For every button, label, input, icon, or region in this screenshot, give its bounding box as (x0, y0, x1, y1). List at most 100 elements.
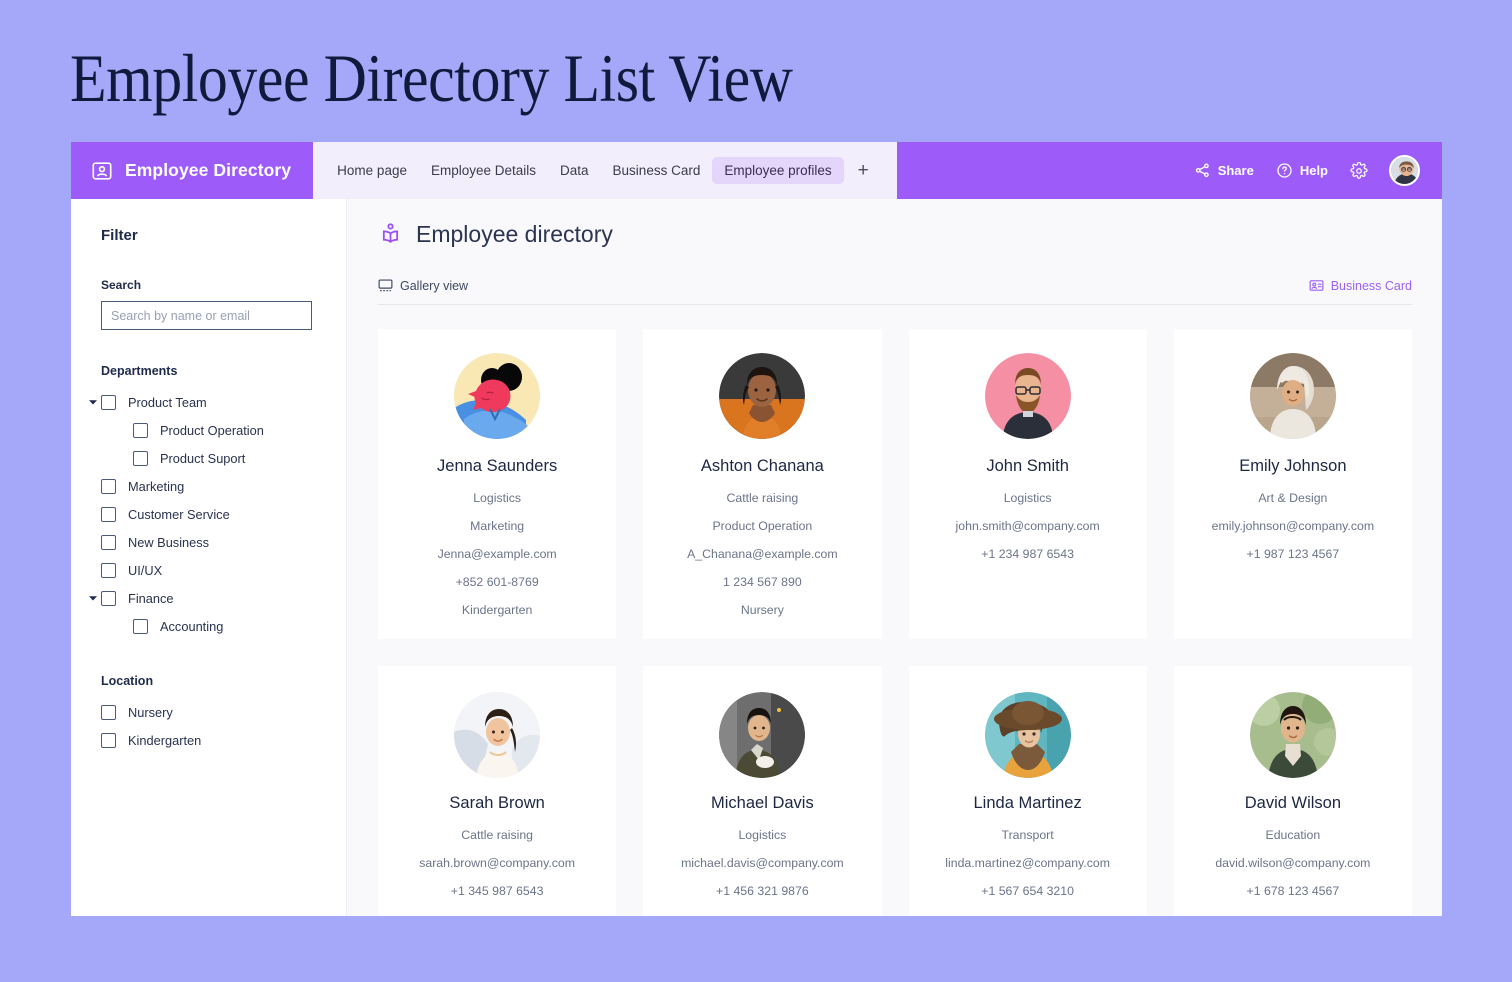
app-window: Employee Directory Home page Employee De… (71, 142, 1442, 916)
employee-name: Emily Johnson (1239, 457, 1347, 475)
employee-name: Jenna Saunders (437, 457, 558, 475)
employee-card[interactable]: John Smith Logistics john.smith@company.… (908, 329, 1147, 639)
share-button[interactable]: Share (1194, 162, 1254, 179)
checkbox[interactable] (101, 478, 116, 494)
checkbox[interactable] (101, 394, 116, 410)
chevron-down-icon[interactable] (87, 592, 99, 604)
employee-name: Ashton Chanana (700, 457, 824, 475)
filter-product-operation[interactable]: Product Operation (101, 416, 346, 444)
chevron-down-icon[interactable] (87, 396, 99, 408)
checkbox[interactable] (133, 450, 148, 466)
gallery-view-label: Gallery view (400, 278, 469, 293)
filter-label: Marketing (128, 478, 185, 494)
top-bar: Employee Directory Home page Employee De… (71, 142, 1442, 199)
employee-phone: +1 567 654 3210 (981, 884, 1074, 898)
gallery-view-button[interactable]: Gallery view (378, 278, 468, 293)
gallery-view-icon (378, 278, 393, 293)
tab-employee-profiles[interactable]: Employee profiles (712, 157, 844, 184)
avatar (719, 353, 806, 439)
filter-heading: Filter (101, 227, 138, 244)
filter-label: Product Operation (160, 422, 264, 438)
business-card-button[interactable]: Business Card (1309, 278, 1412, 293)
filter-nursery[interactable]: Nursery (101, 698, 346, 726)
employee-detail: Cattle raising (461, 828, 533, 842)
open-book-people-icon (378, 222, 403, 247)
checkbox[interactable] (101, 732, 116, 748)
gear-icon (1350, 162, 1368, 179)
directory-header: Employee directory (378, 221, 1412, 248)
employee-card[interactable]: Jenna Saunders Logistics Marketing Jenna… (378, 329, 617, 639)
employee-location: Nursery (740, 603, 784, 617)
employee-card[interactable]: Emily Johnson Art & Design emily.johnson… (1173, 329, 1412, 639)
avatar (1249, 353, 1336, 439)
employee-detail: Transport (1001, 828, 1054, 842)
employee-phone: +1 456 321 9876 (716, 884, 809, 898)
search-input[interactable] (101, 301, 312, 330)
employee-card[interactable]: Ashton Chanana Cattle raising Product Op… (643, 329, 882, 639)
employee-email: emily.johnson@company.com (1211, 519, 1375, 533)
employee-email: david.wilson@company.com (1215, 856, 1371, 870)
business-card-label: Business Card (1330, 278, 1412, 293)
avatar (719, 692, 806, 778)
filter-new-business[interactable]: New Business (101, 528, 346, 556)
checkbox[interactable] (101, 704, 116, 720)
employee-name: David Wilson (1244, 794, 1342, 812)
checkbox[interactable] (133, 422, 148, 438)
tab-data[interactable]: Data (548, 157, 601, 184)
checkbox[interactable] (133, 618, 148, 634)
avatar (984, 692, 1071, 778)
departments-heading: Departments (101, 364, 178, 378)
employee-phone: +1 987 123 4567 (1246, 547, 1340, 561)
tab-bar: Home page Employee Details Data Business… (313, 142, 897, 199)
employee-location: Kindergarten (461, 603, 533, 617)
employee-phone: +1 345 987 6543 (450, 884, 544, 898)
filter-kindergarten[interactable]: Kindergarten (101, 726, 346, 754)
filter-label: Kindergarten (128, 732, 202, 748)
employee-detail: Logistics (738, 828, 787, 842)
top-bar-spacer (896, 142, 1194, 199)
avatar (454, 692, 541, 778)
filter-label: Accounting (160, 618, 224, 634)
filter-accounting[interactable]: Accounting (101, 612, 346, 640)
employee-phone: +1 234 987 6543 (981, 547, 1074, 561)
employee-card-grid: Jenna Saunders Logistics Marketing Jenna… (378, 305, 1412, 916)
employee-name: Sarah Brown (449, 794, 545, 812)
checkbox[interactable] (101, 590, 116, 606)
filter-product-team[interactable]: Product Team (89, 388, 346, 416)
tab-home-page[interactable]: Home page (325, 157, 419, 184)
filter-customer-service[interactable]: Customer Service (101, 500, 346, 528)
employee-email: michael.davis@company.com (681, 856, 844, 870)
filter-marketing[interactable]: Marketing (101, 472, 346, 500)
avatar (454, 353, 541, 439)
app-brand-title: Employee Directory (125, 160, 292, 180)
help-button[interactable]: Help (1276, 162, 1328, 179)
employee-card[interactable]: Michael Davis Logistics michael.davis@co… (643, 666, 882, 916)
employee-card[interactable]: Linda Martinez Transport linda.martinez@… (908, 666, 1147, 916)
filter-label: Product Suport (160, 450, 246, 466)
checkbox[interactable] (101, 506, 116, 522)
share-label: Share (1217, 163, 1254, 178)
tab-business-card[interactable]: Business Card (601, 157, 713, 184)
user-avatar[interactable] (1389, 155, 1420, 186)
app-body: Filter Search Departments Product Team P… (71, 199, 1442, 916)
employee-card[interactable]: David Wilson Education david.wilson@comp… (1173, 666, 1412, 916)
checkbox[interactable] (101, 534, 116, 550)
employee-phone: +1 678 123 4567 (1246, 884, 1340, 898)
employee-detail: Art & Design (1258, 491, 1328, 505)
filter-finance[interactable]: Finance (89, 584, 346, 612)
filter-product-suport[interactable]: Product Suport (101, 444, 346, 472)
contact-card-icon (91, 160, 113, 182)
employee-email: john.smith@company.com (955, 519, 1100, 533)
employee-detail: Education (1265, 828, 1321, 842)
employee-name: Linda Martinez (973, 794, 1082, 812)
page-heading: Employee directory (416, 221, 613, 247)
employee-card[interactable]: Sarah Brown Cattle raising sarah.brown@c… (378, 666, 617, 916)
tab-employee-details[interactable]: Employee Details (419, 157, 548, 184)
avatar (984, 353, 1071, 439)
add-tab-button[interactable]: + (844, 161, 883, 180)
employee-detail: Marketing (470, 519, 525, 533)
settings-button[interactable] (1350, 162, 1368, 179)
checkbox[interactable] (101, 562, 116, 578)
app-brand[interactable]: Employee Directory (71, 142, 314, 199)
filter-ui-ux[interactable]: UI/UX (101, 556, 346, 584)
